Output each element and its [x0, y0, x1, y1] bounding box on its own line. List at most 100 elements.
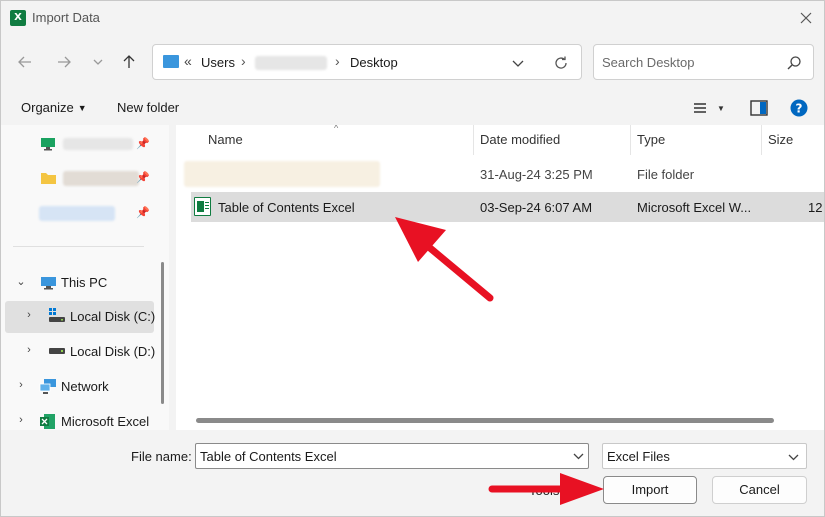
redacted-label [63, 171, 139, 186]
navigation-bar: « Users › › Desktop Search Desktop [1, 35, 824, 89]
back-button[interactable] [12, 49, 38, 75]
title-bar: X Import Data [1, 1, 824, 35]
preview-pane-button[interactable] [748, 97, 770, 119]
arrow-up-icon [123, 55, 135, 68]
breadcrumb-users[interactable]: Users [201, 55, 235, 70]
sidebar-item-label: Network [61, 379, 109, 394]
up-button[interactable] [116, 49, 142, 75]
breadcrumb-desktop[interactable]: Desktop [350, 55, 398, 70]
file-name-label: File name: [131, 449, 192, 464]
file-date: 03-Sep-24 6:07 AM [480, 200, 593, 215]
computer-icon [163, 55, 179, 68]
file-size: 12 [808, 200, 823, 215]
file-type: File folder [637, 167, 695, 182]
horizontal-scrollbar[interactable] [196, 418, 774, 423]
sidebar-item-this-pc[interactable]: ⌄ This PC [5, 267, 154, 299]
column-divider[interactable] [630, 125, 631, 155]
refresh-button[interactable] [551, 53, 571, 73]
excel-icon [40, 414, 55, 429]
import-button[interactable]: Import [603, 476, 697, 504]
file-list: ^ Name Date modified Type Size 31-Aug-24… [176, 125, 824, 430]
chevron-right-icon[interactable]: › [22, 344, 36, 356]
change-view-button[interactable] [689, 97, 711, 119]
caret-down-icon: ▼ [77, 103, 87, 113]
search-box[interactable]: Search Desktop [593, 44, 814, 80]
pin-icon: 📌 [136, 172, 150, 184]
quick-access-item[interactable]: 📌 [5, 197, 154, 229]
monitor-icon [41, 138, 55, 151]
sidebar-item-label: Local Disk (C:) [70, 309, 156, 324]
table-row-folder[interactable]: 31-Aug-24 3:25 PM File folder [176, 159, 824, 189]
address-history-button[interactable] [508, 54, 528, 72]
search-input[interactable]: Search Desktop [602, 55, 695, 70]
organize-menu[interactable]: Organize ▼ [21, 100, 87, 115]
pin-icon: 📌 [136, 138, 150, 150]
close-button[interactable] [786, 1, 824, 35]
network-icon [39, 379, 56, 394]
breadcrumb-separator-icon: › [335, 53, 340, 69]
cancel-button[interactable]: Cancel [712, 476, 807, 504]
sidebar-item-label: Microsoft Excel [61, 414, 150, 429]
file-name-dropdown-button[interactable] [571, 449, 585, 463]
chevron-down-icon[interactable]: ⌄ [14, 275, 28, 288]
chevron-right-icon[interactable]: › [22, 309, 36, 321]
chevron-down-icon [788, 454, 798, 460]
file-type-select[interactable]: Excel Files [602, 443, 807, 469]
view-options-button[interactable]: ▼ [713, 97, 729, 119]
details-view-icon [694, 103, 706, 113]
breadcrumb-username-redacted[interactable] [255, 56, 327, 70]
redacted-label [39, 206, 115, 221]
system-drive-icon [49, 308, 65, 322]
sidebar-item-label: This PC [61, 275, 108, 290]
column-header-date-modified[interactable]: Date modified [480, 132, 560, 147]
column-header-name[interactable]: Name [208, 132, 243, 147]
file-type: Microsoft Excel W... [637, 200, 752, 215]
refresh-icon [555, 56, 567, 69]
recent-locations-button[interactable] [85, 49, 111, 75]
new-folder-button[interactable]: New folder [117, 100, 179, 115]
chevron-right-icon[interactable]: › [14, 414, 28, 426]
import-data-dialog: X Import Data « Users › › Desktop Search… [0, 0, 825, 517]
redacted-label [63, 138, 133, 150]
quick-access-item[interactable]: 📌 [5, 162, 154, 194]
file-date: 31-Aug-24 3:25 PM [480, 167, 593, 182]
column-header-size[interactable]: Size [768, 132, 793, 147]
navigation-pane: 📌 📌 📌 ⌄ This PC › Local Disk (C:) › Loca… [1, 125, 169, 430]
quick-access-item[interactable]: 📌 [5, 128, 154, 160]
folder-icon [41, 173, 56, 184]
table-row-selected-file[interactable]: Table of Contents Excel 03-Sep-24 6:07 A… [191, 192, 824, 222]
file-name-input[interactable] [195, 443, 589, 469]
column-header-type[interactable]: Type [637, 132, 665, 147]
navigation-scrollbar[interactable] [161, 262, 164, 404]
help-button[interactable]: ? [788, 97, 810, 119]
chevron-down-icon [93, 59, 103, 65]
pin-icon: 📌 [136, 207, 150, 219]
forward-button[interactable] [51, 49, 77, 75]
file-type-dropdown-button[interactable] [786, 450, 800, 464]
help-icon: ? [790, 99, 808, 117]
drive-icon [49, 348, 65, 354]
computer-icon [41, 277, 56, 290]
chevron-right-icon[interactable]: › [14, 379, 28, 391]
tools-menu[interactable]: Tools [529, 483, 559, 498]
sidebar-item-microsoft-excel[interactable]: › Microsoft Excel [5, 406, 154, 430]
arrow-left-icon [18, 56, 31, 68]
excel-app-icon: X [10, 10, 26, 26]
chevron-down-icon [573, 453, 583, 459]
address-bar[interactable]: « Users › › Desktop [152, 44, 582, 80]
excel-file-icon [194, 197, 211, 216]
search-icon[interactable] [785, 54, 803, 72]
sort-ascending-icon: ^ [334, 125, 339, 133]
divider [13, 246, 144, 247]
svg-text:?: ? [796, 102, 803, 116]
column-divider[interactable] [473, 125, 474, 155]
sidebar-item-network[interactable]: › Network [5, 371, 154, 403]
sidebar-item-local-disk-d[interactable]: › Local Disk (D:) [5, 336, 155, 368]
breadcrumb-overflow[interactable]: « [184, 53, 192, 69]
column-divider[interactable] [761, 125, 762, 155]
caret-down-icon: ▼ [717, 103, 725, 113]
arrow-right-icon [58, 56, 71, 68]
dialog-footer: File name: Excel Files Tools Import Canc… [1, 430, 824, 516]
command-bar: Organize ▼ New folder ▼ ? [1, 91, 824, 125]
sidebar-item-local-disk-c[interactable]: › Local Disk (C:) [5, 301, 156, 333]
